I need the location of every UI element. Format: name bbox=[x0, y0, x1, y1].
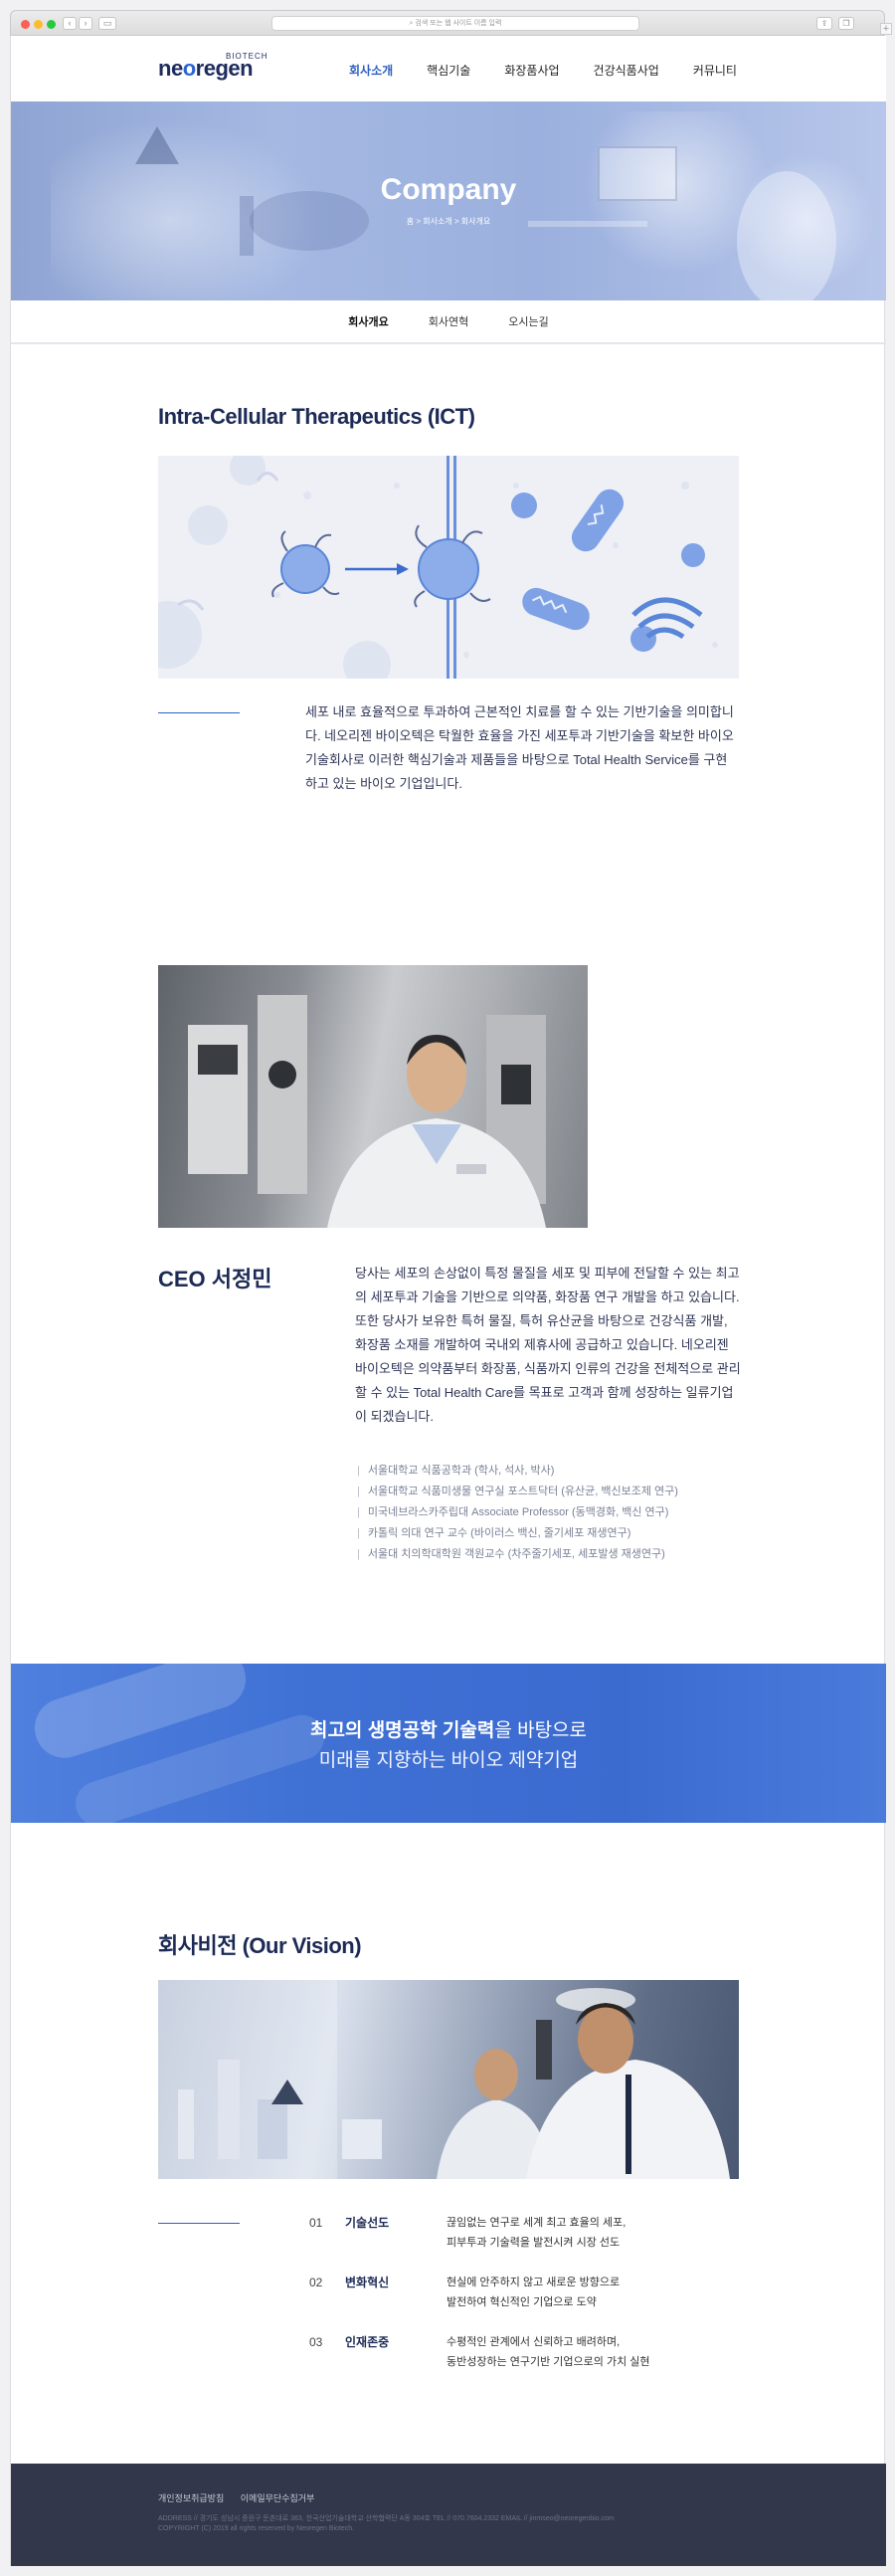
minimize-window-icon[interactable] bbox=[34, 20, 43, 29]
logo-biotech: BIOTECH bbox=[226, 52, 268, 61]
web-page: BIOTECH neoregen 회사소개 핵심기술 화장품사업 건강식품사업 … bbox=[10, 36, 886, 2566]
career-item: 카톨릭 의대 연구 교수 (바이러스 백신, 줄기세포 재생연구) bbox=[357, 1523, 755, 1544]
vision-item: 03 인재존중 수평적인 관계에서 신뢰하고 배려하며, 동반성장하는 연구기반 … bbox=[309, 2332, 747, 2372]
site-header: BIOTECH neoregen 회사소개 핵심기술 화장품사업 건강식품사업 … bbox=[11, 36, 886, 101]
browser-toolbar: ‹ › ▭ ⌕ 검색 또는 웹 사이트 이름 입력 ⇪ ❐ + bbox=[10, 10, 892, 36]
career-item: 서울대학교 식품미생물 연구실 포스트닥터 (유산균, 백신보조제 연구) bbox=[357, 1482, 755, 1502]
cell-penetration-diagram bbox=[158, 456, 718, 679]
sidebar-icon[interactable]: ▭ bbox=[98, 17, 116, 30]
address-bar[interactable]: ⌕ 검색 또는 웹 사이트 이름 입력 bbox=[271, 16, 639, 31]
section-rule bbox=[158, 2223, 240, 2224]
tab-overview[interactable]: 회사개요 bbox=[348, 313, 388, 329]
slogan-line-1: 최고의 생명공학 기술력을 바탕으로 bbox=[11, 1715, 886, 1742]
ceo-career-list: 서울대학교 식품공학과 (학사, 석사, 박사) 서울대학교 식품미생물 연구실… bbox=[357, 1461, 755, 1565]
footer-copyright: COPYRIGHT (C) 2019 all rights reserved b… bbox=[158, 2525, 355, 2532]
forward-button[interactable]: › bbox=[79, 17, 92, 30]
zoom-window-icon[interactable] bbox=[47, 20, 56, 29]
vision-title: 회사비전 (Our Vision) bbox=[158, 1933, 362, 1958]
vision-number: 01 bbox=[309, 2216, 323, 2230]
section-rule bbox=[158, 712, 240, 713]
vision-label: 인재존중 bbox=[345, 2335, 390, 2349]
ceo-name: CEO 서정민 bbox=[158, 1267, 272, 1291]
email-refusal-link[interactable]: 이메일무단수집거부 bbox=[241, 2493, 315, 2503]
vision-desc-line: 피부투과 기술력을 발전시켜 시장 선도 bbox=[447, 2237, 621, 2249]
slogan-banner: 최고의 생명공학 기술력을 바탕으로 미래를 지향하는 바이오 제약기업 bbox=[11, 1664, 886, 1823]
new-tab-button[interactable]: + bbox=[880, 23, 892, 35]
career-item: 서울대 치의학대학원 객원교수 (차주줄기세포, 세포발생 재생연구) bbox=[357, 1544, 755, 1565]
nav-community[interactable]: 커뮤니티 bbox=[693, 62, 737, 79]
vision-item: 02 변화혁신 현실에 안주하지 않고 새로운 방향으로발전하여 혁신적인 기업… bbox=[309, 2273, 747, 2312]
vision-label: 변화혁신 bbox=[345, 2276, 390, 2289]
tabs-icon[interactable]: ❐ bbox=[838, 17, 854, 30]
address-placeholder: 검색 또는 웹 사이트 이름 입력 bbox=[415, 20, 502, 27]
vision-list: 01 기술선도 끊임없는 연구로 세계 최고 효율의 세포, 피부투과 기술력을 … bbox=[309, 2213, 747, 2392]
ceo-photo bbox=[158, 965, 588, 1228]
ict-description: 세포 내로 효율적으로 투과하여 근본적인 치료를 할 수 있는 기반기술을 의… bbox=[305, 704, 734, 791]
ict-title: Intra-Cellular Therapeutics (ICT) bbox=[158, 404, 475, 429]
nav-company[interactable]: 회사소개 bbox=[349, 62, 393, 79]
hero-banner: Company 홈 > 회사소개 > 회사개요 bbox=[11, 101, 886, 300]
vision-desc-line: 발전하여 혁신적인 기업으로 도약 bbox=[447, 2296, 597, 2308]
vision-desc-line: 끊임없는 연구로 세계 최고 효율의 세포, bbox=[447, 2217, 626, 2229]
hero-title: Company bbox=[380, 173, 517, 206]
slogan-bold: 최고의 생명공학 기술력 bbox=[309, 1720, 495, 1741]
vision-photo bbox=[158, 1980, 739, 2179]
footer-links: 개인정보취급방침 이메일무단수집거부 bbox=[158, 2491, 328, 2504]
logo-part-o: o bbox=[182, 56, 196, 81]
share-icon[interactable]: ⇪ bbox=[816, 17, 832, 30]
logo-part-1: ne bbox=[158, 56, 183, 81]
privacy-policy-link[interactable]: 개인정보취급방침 bbox=[158, 2493, 224, 2503]
nav-health-food[interactable]: 건강식품사업 bbox=[594, 62, 659, 79]
career-item: 미국네브라스카주립대 Associate Professor (동맥경화, 백신… bbox=[357, 1502, 755, 1523]
career-item: 서울대학교 식품공학과 (학사, 석사, 박사) bbox=[357, 1461, 755, 1482]
vision-desc-line: 현실에 안주하지 않고 새로운 방향으로 bbox=[447, 2277, 621, 2288]
nav-core-tech[interactable]: 핵심기술 bbox=[427, 62, 470, 79]
tab-history[interactable]: 회사연혁 bbox=[429, 313, 468, 329]
vision-description: 수평적인 관계에서 신뢰하고 배려하며, 동반성장하는 연구기반 기업으로의 가치… bbox=[447, 2332, 650, 2372]
site-logo[interactable]: BIOTECH neoregen bbox=[158, 52, 268, 82]
vision-number: 03 bbox=[309, 2335, 323, 2349]
vision-desc-line: 동반성장하는 연구기반 기업으로의 가치 실현 bbox=[447, 2356, 650, 2368]
slogan-line-2: 미래를 지향하는 바이오 제약기업 bbox=[318, 1750, 579, 1771]
nav-cosmetics[interactable]: 화장품사업 bbox=[504, 62, 559, 79]
vision-label: 기술선도 bbox=[345, 2216, 390, 2230]
ceo-message: 당사는 세포의 손상없이 특정 물질을 세포 및 피부에 전달할 수 있는 최고… bbox=[355, 1266, 741, 1424]
vision-desc-line: 수평적인 관계에서 신뢰하고 배려하며, bbox=[447, 2336, 621, 2348]
slogan-rest: 을 바탕으로 bbox=[494, 1720, 588, 1741]
breadcrumb: 홈 > 회사소개 > 회사개요 bbox=[406, 217, 491, 226]
site-footer: 개인정보취급방침 이메일무단수집거부 ADDRESS // 경기도 성남시 중원… bbox=[11, 2464, 886, 2566]
main-nav: 회사소개 핵심기술 화장품사업 건강식품사업 커뮤니티 bbox=[349, 62, 771, 79]
vision-description: 끊임없는 연구로 세계 최고 효율의 세포, 피부투과 기술력을 발전시켜 시장 … bbox=[447, 2213, 626, 2253]
tab-directions[interactable]: 오시는길 bbox=[508, 313, 548, 329]
ceo-portrait-illustration bbox=[188, 995, 546, 1228]
vision-item: 01 기술선도 끊임없는 연구로 세계 최고 효율의 세포, 피부투과 기술력을 … bbox=[309, 2213, 747, 2253]
vision-number: 02 bbox=[309, 2276, 323, 2289]
vision-description: 현실에 안주하지 않고 새로운 방향으로발전하여 혁신적인 기업으로 도약 bbox=[447, 2273, 620, 2312]
close-window-icon[interactable] bbox=[21, 20, 30, 29]
lab-researchers-illustration bbox=[158, 1980, 730, 2179]
footer-address: ADDRESS // 경기도 성남시 중원구 둔촌대로 363, 한국산업기술대… bbox=[158, 2515, 615, 2522]
back-button[interactable]: ‹ bbox=[63, 17, 77, 30]
sub-nav: 회사개요 회사연혁 오시는길 bbox=[11, 300, 886, 344]
ict-illustration bbox=[158, 456, 739, 679]
